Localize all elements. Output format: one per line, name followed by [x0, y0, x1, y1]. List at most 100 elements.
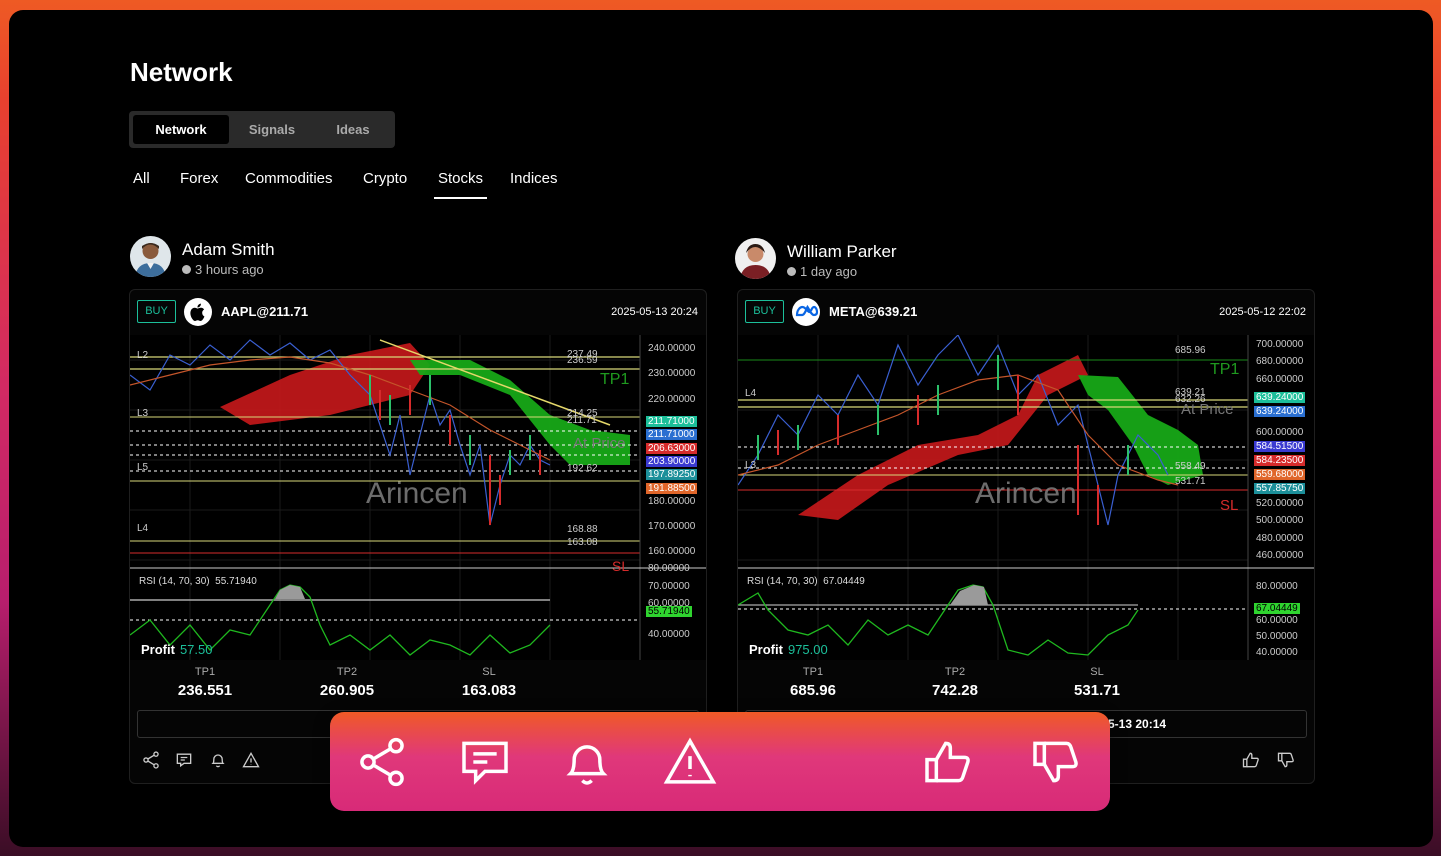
- level-value: 742.28: [932, 682, 978, 699]
- rsi-tag: 67.04449: [1254, 603, 1300, 614]
- author-name[interactable]: William Parker: [787, 242, 897, 262]
- rsi-tag: 55.71940: [646, 606, 692, 617]
- price-chart[interactable]: RSI (14, 70, 30) 55.71940 Arincen TP1 At…: [130, 335, 706, 660]
- level-name: SL: [482, 666, 496, 678]
- dislike-icon[interactable]: [1276, 750, 1296, 770]
- sl-chart-label: SL: [1220, 497, 1239, 514]
- category-indices[interactable]: Indices: [510, 170, 558, 187]
- price-tag: 584.51500: [1254, 441, 1306, 452]
- level-sl: SL 163.083: [449, 666, 529, 699]
- price-tick: 220.00000: [648, 394, 696, 405]
- rsi-label: RSI (14, 70, 30) 55.71940: [139, 576, 257, 587]
- category-forex[interactable]: Forex: [180, 170, 218, 187]
- level-value: 236.551: [177, 682, 233, 699]
- price-tick: 700.00000: [1256, 339, 1304, 350]
- tab-ideas[interactable]: Ideas: [315, 115, 391, 144]
- watermark: Arincen: [366, 477, 468, 510]
- tab-network[interactable]: Network: [133, 115, 229, 144]
- level-name: TP1: [802, 666, 824, 678]
- category-stocks[interactable]: Stocks: [433, 170, 488, 199]
- meta-logo-icon: [792, 298, 820, 326]
- rsi-tick: 80.00000: [1256, 581, 1298, 592]
- price-tag: 203.90000: [646, 456, 698, 467]
- category-crypto[interactable]: Crypto: [363, 170, 407, 187]
- level-label: 163.08: [567, 537, 598, 548]
- price-tag: 557.85750: [1254, 483, 1306, 494]
- level-tp2: TP2 260.905: [307, 666, 387, 699]
- target-levels: TP1 236.551 TP2 260.905 SL 163.083: [130, 666, 706, 706]
- share-icon[interactable]: [354, 734, 410, 790]
- tp-chart-label: TP1: [600, 371, 630, 388]
- post-time-text: 3 hours ago: [195, 262, 264, 277]
- price-tick: 240.00000: [648, 343, 696, 354]
- comment-icon[interactable]: [174, 750, 194, 770]
- signal-card[interactable]: BUY META@639.21 2025-05-12 22:02 RSI (14…: [737, 289, 1315, 784]
- price-chart[interactable]: RSI (14, 70, 30) 67.04449 Arincen TP1 At…: [738, 335, 1314, 660]
- profit-value: 57.50: [179, 642, 213, 657]
- line-label: L3: [745, 460, 757, 471]
- bell-icon[interactable]: [208, 750, 228, 770]
- level-label: 168.88: [567, 524, 598, 535]
- level-tp2: TP2 742.28: [915, 666, 995, 699]
- level-tp1: TP1 236.551: [165, 666, 245, 699]
- price-tick: 160.00000: [648, 546, 696, 557]
- rsi-tick: 40.00000: [1256, 647, 1298, 658]
- price-tick: 660.00000: [1256, 374, 1304, 385]
- rsi-tick: 50.00000: [1256, 631, 1298, 642]
- level-value: 163.083: [461, 682, 517, 699]
- profit-title: Profit: [749, 642, 783, 657]
- like-icon[interactable]: [1241, 750, 1261, 770]
- tp-chart-label: TP1: [1210, 361, 1240, 378]
- level-label: 632.26: [1175, 394, 1206, 405]
- price-tick: 600.00000: [1256, 427, 1304, 438]
- comment-icon[interactable]: [457, 734, 513, 790]
- price-tag: 211.71000: [646, 416, 697, 427]
- dislike-icon[interactable]: [1028, 734, 1084, 790]
- info-text: 5-13 20:14: [1108, 717, 1167, 731]
- post-time: 1 day ago: [787, 264, 857, 279]
- page-title: Network: [130, 57, 233, 87]
- level-name: TP2: [336, 666, 358, 678]
- rsi-tick: 40.00000: [648, 629, 690, 640]
- post-datetime: 2025-05-13 20:24: [611, 306, 698, 318]
- post-author[interactable]: William Parker 1 day ago: [735, 238, 985, 280]
- price-tag: 639.24000: [1254, 406, 1306, 417]
- price-tag: 211.71000: [646, 429, 697, 440]
- price-tick: 500.00000: [1256, 515, 1304, 526]
- apple-logo-icon: [184, 298, 212, 326]
- profit-label: Profit 975.00: [749, 642, 828, 657]
- warning-icon[interactable]: [662, 734, 718, 790]
- tab-signals[interactable]: Signals: [229, 115, 315, 144]
- signal-card[interactable]: BUY AAPL@211.71 2025-05-13 20:24 RSI (14…: [129, 289, 707, 784]
- line-label: L2: [137, 350, 149, 361]
- category-all[interactable]: All: [133, 170, 150, 187]
- level-label: 211.71: [567, 415, 597, 426]
- level-label: 558.49: [1175, 461, 1206, 472]
- avatar[interactable]: [130, 236, 171, 277]
- clock-icon: [787, 267, 796, 276]
- rsi-tick: 80.00000: [648, 563, 690, 574]
- bell-icon[interactable]: [559, 734, 615, 790]
- rsi-tick: 60.00000: [1256, 615, 1298, 626]
- main-tabs: Network Signals Ideas: [129, 111, 395, 148]
- category-commodities[interactable]: Commodities: [245, 170, 333, 187]
- like-icon[interactable]: [920, 734, 976, 790]
- level-value: 531.71: [1074, 682, 1120, 699]
- share-icon[interactable]: [141, 750, 161, 770]
- price-tick: 480.00000: [1256, 533, 1304, 544]
- buy-badge: BUY: [137, 300, 176, 323]
- warning-icon[interactable]: [241, 750, 261, 770]
- level-label: 531.71: [1175, 476, 1206, 487]
- avatar[interactable]: [735, 238, 776, 279]
- price-tick: 460.00000: [1256, 550, 1304, 561]
- price-tick: 680.00000: [1256, 356, 1304, 367]
- level-name: TP1: [194, 666, 216, 678]
- level-label: 192.62: [567, 463, 598, 474]
- price-tick: 170.00000: [648, 521, 696, 532]
- line-label: L5: [137, 462, 149, 473]
- price-tick: 180.00000: [648, 496, 696, 507]
- profit-title: Profit: [141, 642, 175, 657]
- post-author[interactable]: Adam Smith 3 hours ago: [130, 236, 380, 278]
- author-name[interactable]: Adam Smith: [182, 240, 275, 260]
- post-time-text: 1 day ago: [800, 264, 858, 279]
